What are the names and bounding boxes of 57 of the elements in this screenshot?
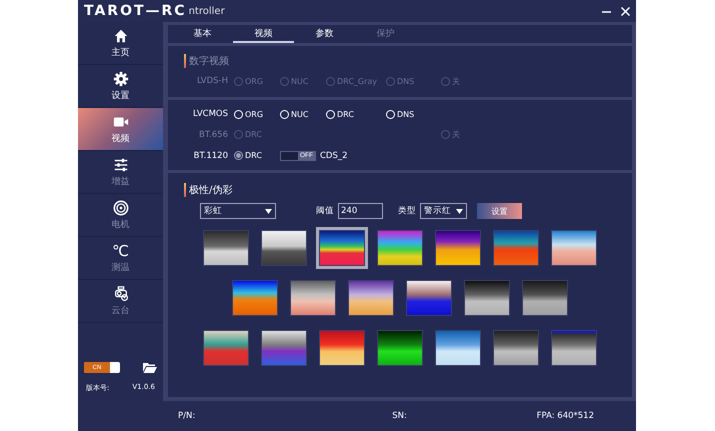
serial-number-label: SN: <box>392 411 407 421</box>
sliders-icon <box>112 156 128 172</box>
home-icon <box>112 28 128 44</box>
tab[interactable]: 视频 <box>233 25 294 43</box>
switch-label: CDS_2 <box>320 150 348 161</box>
palette-thumbnail[interactable] <box>406 280 452 316</box>
threshold-label: 阈值 <box>316 205 334 217</box>
radio-option[interactable]: ORG <box>234 110 280 119</box>
tab[interactable]: 参数 <box>294 25 355 43</box>
row-label: LVDS-H <box>196 76 228 86</box>
palette-thumbnail[interactable] <box>377 230 423 266</box>
gimbal-camera-icon <box>112 286 128 302</box>
radio-option[interactable]: DRC <box>234 151 280 160</box>
threshold-field[interactable]: 240 <box>338 203 383 219</box>
row-label: BT.656 <box>199 130 228 140</box>
tab[interactable]: 基本 <box>172 25 233 43</box>
palette-thumbnail[interactable] <box>319 230 365 266</box>
palette-thumbnail[interactable] <box>377 330 423 366</box>
radio-option[interactable]: NUC <box>280 110 326 119</box>
palette-thumbnail[interactable] <box>261 230 307 266</box>
part-number-label: P/N: <box>178 411 196 421</box>
palette-thumbnail[interactable] <box>290 280 336 316</box>
folder-icon[interactable] <box>143 362 157 373</box>
radio-option[interactable]: DNS <box>386 110 441 119</box>
palette-thumbnail[interactable] <box>435 330 481 366</box>
palette-thumbnail[interactable] <box>551 330 597 366</box>
palette-thumbnail[interactable] <box>232 280 278 316</box>
dropdown-caret-icon <box>265 208 272 214</box>
palette-thumbnail[interactable] <box>493 230 539 266</box>
celsius-icon: ℃ <box>112 242 129 258</box>
palette-thumbnail[interactable] <box>203 330 249 366</box>
palette-thumbnail[interactable] <box>493 330 539 366</box>
palette-thumbnail[interactable] <box>522 280 568 316</box>
fpa-resolution: FPA: 640*512 <box>536 411 594 421</box>
palette-thumbnail[interactable] <box>464 280 510 316</box>
radio-option[interactable]: DRC <box>326 110 386 119</box>
type-dropdown[interactable]: 警示红 <box>420 203 467 219</box>
dropdown-caret-icon <box>456 208 463 214</box>
close-icon[interactable] <box>621 6 630 16</box>
ring-icon <box>112 200 128 216</box>
palette-thumbnail[interactable] <box>203 230 249 266</box>
palette-thumbnail[interactable] <box>348 280 394 316</box>
sidebar-item[interactable]: 视频 <box>78 108 163 151</box>
window-title: ntroller <box>188 6 225 16</box>
type-label: 类型 <box>398 205 416 217</box>
palette-thumbnail[interactable] <box>261 330 307 366</box>
palette-thumbnail[interactable] <box>551 230 597 266</box>
settings-icon <box>112 70 128 86</box>
section-heading: 极性/伪彩 <box>189 184 232 197</box>
palette-thumbnail[interactable] <box>319 330 365 366</box>
palette-dropdown[interactable]: 彩虹 <box>200 203 276 219</box>
logo: TAROT—RC <box>84 3 187 19</box>
apply-button[interactable]: 设置 <box>477 203 522 219</box>
row-label: BT.1120 <box>194 150 228 161</box>
section-heading: 数字视频 <box>189 54 229 68</box>
palette-thumbnail[interactable] <box>435 230 481 266</box>
row-label: LVCMOS <box>193 109 228 120</box>
